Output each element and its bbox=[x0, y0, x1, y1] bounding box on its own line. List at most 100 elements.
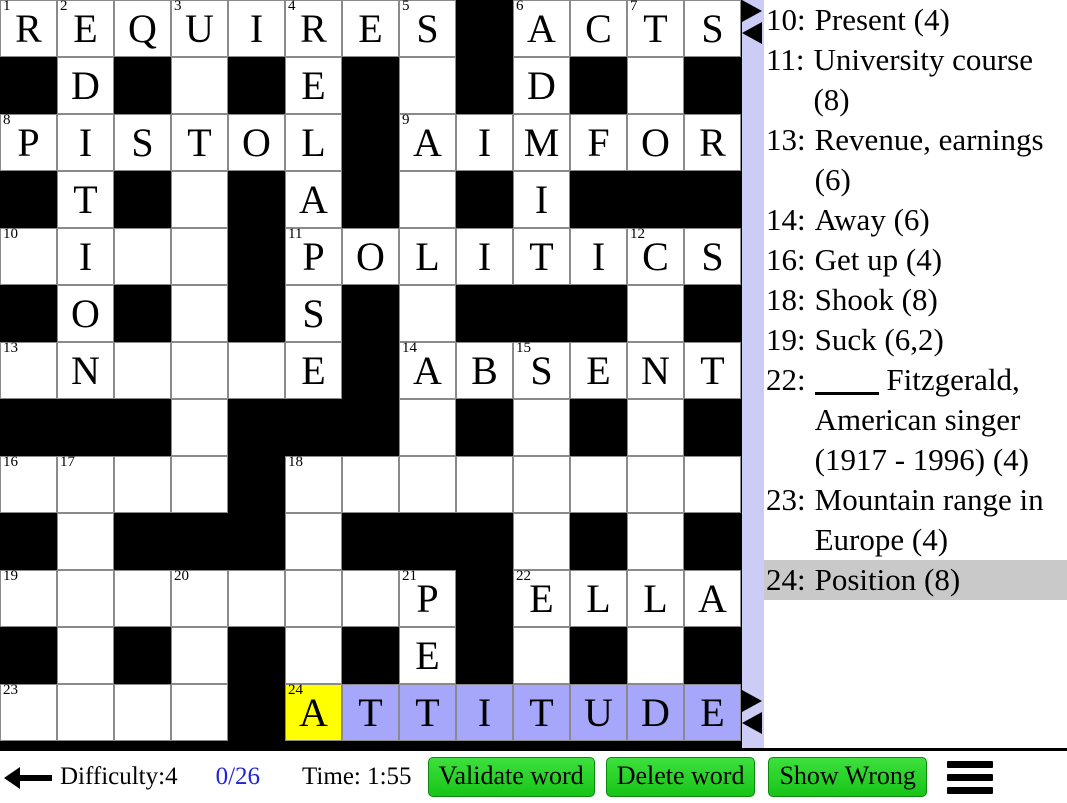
grid-cell[interactable]: 20 bbox=[171, 569, 228, 627]
grid-cell[interactable]: 14 A bbox=[399, 341, 456, 399]
grid-cell[interactable]: C bbox=[570, 0, 627, 57]
grid-cell[interactable]: E bbox=[285, 57, 342, 114]
grid-cell[interactable]: I bbox=[456, 114, 513, 171]
grid-cell[interactable]: 4R bbox=[285, 0, 342, 57]
grid-cell[interactable]: I bbox=[57, 114, 114, 171]
grid-cell[interactable]: O bbox=[627, 114, 684, 171]
grid-cell[interactable] bbox=[570, 456, 627, 513]
grid-cell[interactable]: T bbox=[57, 171, 114, 228]
delete-word-button[interactable]: Delete word bbox=[605, 757, 756, 797]
grid-cell[interactable] bbox=[171, 171, 228, 228]
grid-cell[interactable]: S bbox=[684, 0, 741, 57]
grid-cell[interactable] bbox=[171, 684, 228, 741]
grid-cell[interactable] bbox=[228, 342, 285, 399]
grid-cell[interactable] bbox=[513, 627, 570, 684]
grid-cell[interactable] bbox=[627, 285, 684, 342]
grid-cell[interactable] bbox=[627, 399, 684, 456]
grid-cell[interactable]: I bbox=[570, 228, 627, 285]
grid-cell[interactable]: Q bbox=[114, 0, 171, 57]
grid-cell[interactable]: 16 bbox=[0, 455, 57, 513]
grid-cell[interactable]: I bbox=[228, 0, 285, 57]
grid-cell[interactable] bbox=[171, 399, 228, 456]
grid-cell[interactable] bbox=[171, 456, 228, 513]
grid-cell[interactable]: 17 bbox=[57, 455, 114, 513]
grid-cell[interactable]: 6A bbox=[513, 0, 570, 57]
grid-cell[interactable]: D bbox=[627, 684, 684, 741]
grid-cell[interactable]: 21 P bbox=[399, 569, 456, 627]
grid-cell[interactable]: O bbox=[342, 228, 399, 285]
clue-item[interactable]: 16: Get up (4) bbox=[764, 240, 1067, 280]
hamburger-menu-icon[interactable] bbox=[941, 756, 997, 798]
clue-item[interactable]: 14: Away (6) bbox=[764, 200, 1067, 240]
grid-cell[interactable]: F bbox=[570, 114, 627, 171]
grid-cell[interactable] bbox=[114, 684, 171, 741]
grid-cell[interactable]: R bbox=[684, 114, 741, 171]
grid-cell[interactable]: E bbox=[570, 342, 627, 399]
clue-list-panel[interactable]: 10: Present (4) 11: University course (8) 13… bbox=[764, 0, 1067, 748]
grid-cell[interactable]: L bbox=[570, 570, 627, 627]
clue-item[interactable]: 22: Fitzgerald, American singer (1917 - … bbox=[764, 360, 1067, 480]
grid-cell[interactable] bbox=[399, 57, 456, 114]
grid-cell[interactable]: I bbox=[456, 684, 513, 741]
grid-cell[interactable]: M bbox=[513, 114, 570, 171]
grid-cell[interactable] bbox=[57, 513, 114, 570]
grid-cell[interactable] bbox=[513, 513, 570, 570]
grid-cell[interactable] bbox=[57, 684, 114, 741]
grid-cell[interactable] bbox=[171, 228, 228, 285]
clue-item[interactable]: 23: Mountain range in Europe (4) bbox=[764, 480, 1067, 560]
grid-cell[interactable] bbox=[228, 570, 285, 627]
grid-cell[interactable]: E bbox=[684, 684, 741, 741]
grid-cell[interactable]: 13 bbox=[0, 341, 57, 399]
grid-cell[interactable]: T bbox=[399, 684, 456, 741]
validate-word-button[interactable]: Validate word bbox=[427, 757, 595, 797]
grid-cell[interactable]: D bbox=[513, 57, 570, 114]
grid-cell[interactable]: T bbox=[171, 114, 228, 171]
grid-cell[interactable] bbox=[627, 57, 684, 114]
grid-cell[interactable] bbox=[114, 456, 171, 513]
show-wrong-button[interactable]: Show Wrong bbox=[768, 757, 927, 797]
grid-cell[interactable]: O bbox=[228, 114, 285, 171]
grid-cell[interactable]: T bbox=[513, 228, 570, 285]
grid-cell[interactable]: S bbox=[114, 114, 171, 171]
grid-cell[interactable]: O bbox=[57, 285, 114, 342]
grid-cell[interactable]: I bbox=[456, 228, 513, 285]
back-arrow-icon[interactable] bbox=[0, 751, 58, 803]
grid-cell[interactable]: S bbox=[285, 285, 342, 342]
grid-cell[interactable]: T bbox=[684, 342, 741, 399]
scroll-marker-2[interactable] bbox=[742, 690, 764, 734]
clue-item-active[interactable]: 24: Position (8) bbox=[764, 560, 1067, 600]
grid-cell[interactable]: A bbox=[684, 570, 741, 627]
grid-cell[interactable]: 19 bbox=[0, 569, 57, 627]
grid-cell[interactable]: A bbox=[285, 171, 342, 228]
grid-cell[interactable] bbox=[456, 456, 513, 513]
grid-cell[interactable]: N bbox=[627, 342, 684, 399]
crossword-grid-container[interactable]: 1R2EQ3UI4RE5S6AC7TSDED8PISTOL9AIMFORTAI1… bbox=[0, 0, 742, 748]
grid-cell[interactable] bbox=[171, 627, 228, 684]
clue-item[interactable]: 13: Revenue, earnings (6) bbox=[764, 120, 1067, 200]
grid-cell[interactable]: 5S bbox=[399, 0, 456, 57]
grid-cell[interactable] bbox=[513, 456, 570, 513]
grid-cell[interactable]: 22 E bbox=[513, 569, 570, 627]
grid-cell[interactable] bbox=[399, 171, 456, 228]
grid-cell[interactable]: B bbox=[456, 342, 513, 399]
grid-cell[interactable]: 2E bbox=[57, 0, 114, 57]
grid-cell[interactable] bbox=[399, 285, 456, 342]
grid-cell[interactable]: L bbox=[627, 570, 684, 627]
grid-cell[interactable]: 12 C bbox=[627, 227, 684, 285]
grid-cell[interactable] bbox=[114, 570, 171, 627]
grid-cell[interactable]: U bbox=[570, 684, 627, 741]
grid-cell[interactable]: 8P bbox=[0, 113, 57, 171]
scroll-marker-1[interactable] bbox=[742, 0, 764, 44]
grid-cell[interactable] bbox=[57, 570, 114, 627]
grid-cell[interactable] bbox=[171, 342, 228, 399]
grid-cell[interactable] bbox=[57, 627, 114, 684]
grid-cell[interactable]: E bbox=[285, 342, 342, 399]
grid-cell[interactable]: 3U bbox=[171, 0, 228, 57]
grid-cell[interactable] bbox=[171, 285, 228, 342]
grid-cell[interactable]: N bbox=[57, 342, 114, 399]
grid-cell[interactable]: 23 bbox=[0, 683, 57, 741]
grid-cell[interactable] bbox=[684, 456, 741, 513]
grid-cell[interactable]: L bbox=[399, 228, 456, 285]
grid-cell[interactable] bbox=[285, 627, 342, 684]
grid-cell[interactable]: T bbox=[342, 684, 399, 741]
